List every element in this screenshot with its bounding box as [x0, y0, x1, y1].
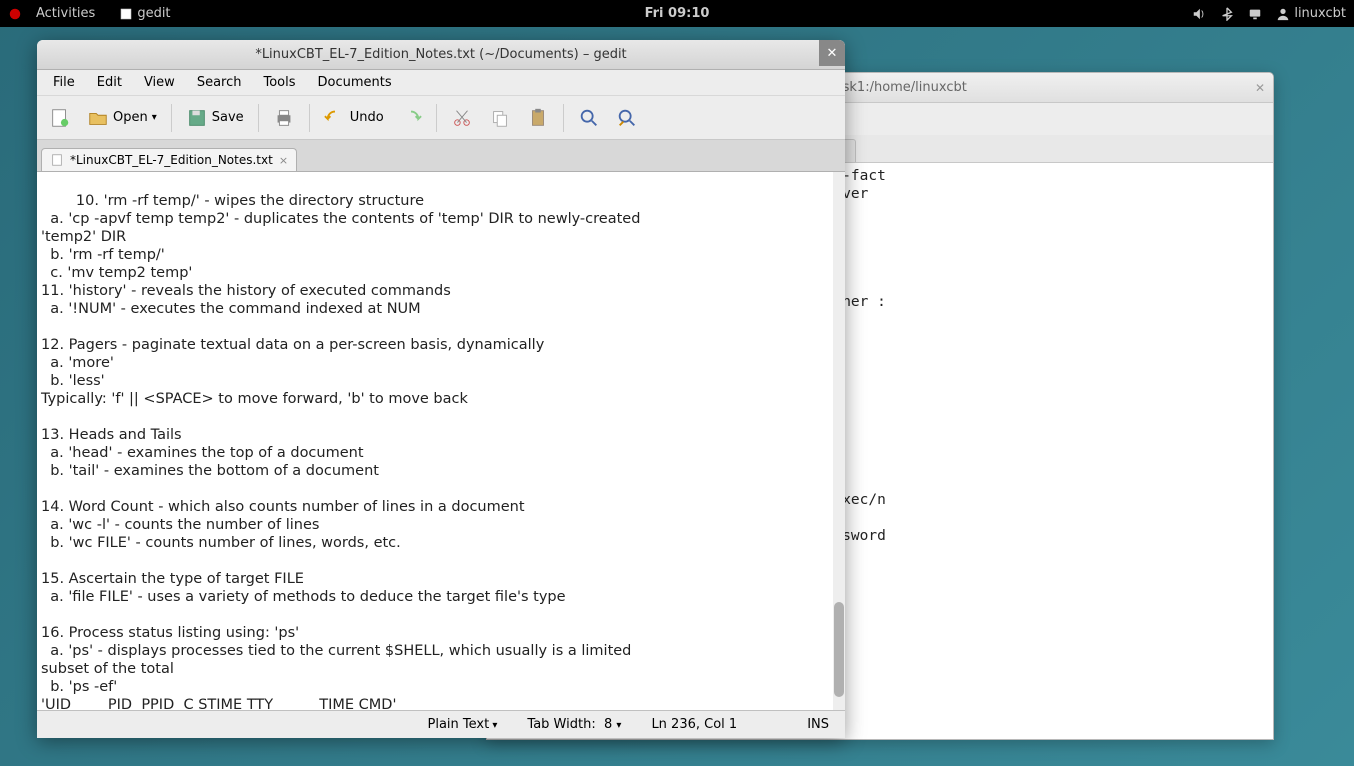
copy-button[interactable]: [483, 103, 517, 133]
gedit-text-area[interactable]: 10. 'rm -rf temp/' - wipes the directory…: [37, 172, 845, 710]
gedit-tab-close[interactable]: ×: [279, 154, 288, 167]
user-menu[interactable]: linuxcbt: [1276, 6, 1346, 21]
redo-icon: [400, 107, 422, 129]
gedit-close-button[interactable]: ✕: [819, 40, 845, 66]
undo-icon: [324, 107, 346, 129]
user-icon: [1276, 7, 1290, 21]
copy-icon: [489, 107, 511, 129]
activities-button[interactable]: Activities: [26, 4, 105, 23]
volume-icon[interactable]: [1192, 7, 1206, 21]
separator: [563, 104, 564, 132]
find-button[interactable]: [572, 103, 606, 133]
paste-icon: [527, 107, 549, 129]
find-replace-button[interactable]: [610, 103, 644, 133]
document-icon: [50, 153, 64, 167]
new-button[interactable]: [43, 103, 77, 133]
separator: [436, 104, 437, 132]
menu-tools[interactable]: Tools: [253, 72, 305, 93]
open-dropdown-icon[interactable]: ▾: [152, 112, 157, 123]
display-icon[interactable]: [1248, 7, 1262, 21]
open-label: Open: [113, 110, 148, 125]
save-icon: [186, 107, 208, 129]
menu-search[interactable]: Search: [187, 72, 252, 93]
undo-label: Undo: [350, 110, 384, 125]
save-button[interactable]: Save: [180, 103, 250, 133]
gedit-icon: [119, 7, 133, 21]
terminal-close-button[interactable]: ✕: [1255, 81, 1265, 95]
username-label: linuxcbt: [1294, 6, 1346, 21]
new-icon: [49, 107, 71, 129]
redhat-icon: [8, 7, 22, 21]
gedit-tab-bar: *LinuxCBT_EL-7_Edition_Notes.txt ×: [37, 140, 845, 172]
tabwidth-selector[interactable]: Tab Width: 8 ▾: [527, 717, 621, 732]
print-button[interactable]: [267, 103, 301, 133]
menu-file[interactable]: File: [43, 72, 85, 93]
gedit-document-tab[interactable]: *LinuxCBT_EL-7_Edition_Notes.txt ×: [41, 148, 297, 171]
cursor-position: Ln 236, Col 1: [651, 717, 737, 732]
tabwidth-value: 8: [604, 717, 612, 732]
find-replace-icon: [616, 107, 638, 129]
syntax-mode-selector[interactable]: Plain Text: [428, 717, 498, 732]
gedit-title-text: *LinuxCBT_EL-7_Edition_Notes.txt (~/Docu…: [255, 47, 626, 62]
open-icon: [87, 107, 109, 129]
gedit-window: *LinuxCBT_EL-7_Edition_Notes.txt (~/Docu…: [37, 40, 845, 738]
cut-button[interactable]: [445, 103, 479, 133]
redo-button[interactable]: [394, 103, 428, 133]
paste-button[interactable]: [521, 103, 555, 133]
tabwidth-label: Tab Width:: [527, 717, 595, 732]
menu-view[interactable]: View: [134, 72, 185, 93]
app-name-text: gedit: [137, 6, 170, 21]
separator: [258, 104, 259, 132]
undo-button[interactable]: Undo: [318, 103, 390, 133]
separator: [309, 104, 310, 132]
open-button[interactable]: Open ▾: [81, 103, 163, 133]
separator: [171, 104, 172, 132]
search-icon: [578, 107, 600, 129]
menu-edit[interactable]: Edit: [87, 72, 132, 93]
document-content: 10. 'rm -rf temp/' - wipes the directory…: [41, 193, 645, 710]
scrollbar-thumb[interactable]: [834, 602, 844, 697]
editor-vscrollbar[interactable]: [833, 172, 845, 710]
gedit-toolbar: Open ▾ Save Undo: [37, 96, 845, 140]
print-icon: [273, 107, 295, 129]
save-label: Save: [212, 110, 244, 125]
cut-icon: [451, 107, 473, 129]
gedit-titlebar[interactable]: *LinuxCBT_EL-7_Edition_Notes.txt (~/Docu…: [37, 40, 845, 70]
clock[interactable]: Fri 09:10: [645, 6, 710, 21]
insert-mode: INS: [807, 717, 829, 732]
menu-documents[interactable]: Documents: [308, 72, 402, 93]
gnome-top-bar: Activities gedit Fri 09:10 linuxcbt: [0, 0, 1354, 27]
gedit-statusbar: Plain Text Tab Width: 8 ▾ Ln 236, Col 1 …: [37, 710, 845, 738]
active-app-label[interactable]: gedit: [109, 4, 180, 23]
bluetooth-icon[interactable]: [1220, 7, 1234, 21]
gedit-tab-label: *LinuxCBT_EL-7_Edition_Notes.txt: [70, 153, 273, 167]
gedit-menubar: File Edit View Search Tools Documents: [37, 70, 845, 96]
